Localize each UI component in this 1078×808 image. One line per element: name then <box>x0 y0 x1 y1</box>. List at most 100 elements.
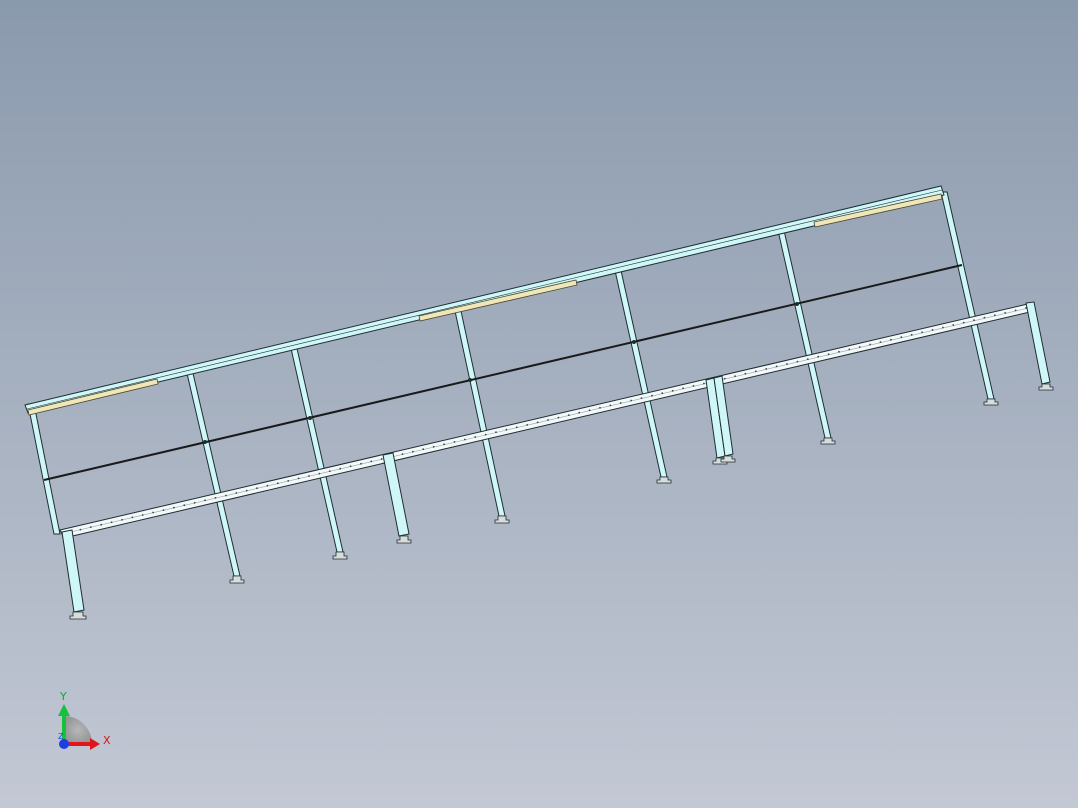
rail-hole <box>931 329 934 331</box>
rail-hole <box>453 441 456 443</box>
rail-hole <box>245 489 248 492</box>
rail-hole <box>661 392 664 395</box>
rail-hole <box>536 421 539 424</box>
rail-hole <box>703 382 705 385</box>
rail-hole <box>339 467 342 470</box>
wire-clip <box>308 416 312 420</box>
rail-hole <box>256 487 258 490</box>
rail-hole <box>890 338 892 341</box>
rail-hole <box>588 409 591 412</box>
rail-hole <box>204 499 207 502</box>
rail-hole <box>297 477 300 480</box>
rail-hole <box>962 321 965 324</box>
z-axis-label: Z <box>58 732 64 741</box>
rail-hole <box>235 492 238 494</box>
rail-hole <box>360 462 362 465</box>
wire-clip <box>795 302 799 306</box>
rail-hole <box>630 399 632 402</box>
rail-hole <box>349 465 352 468</box>
rail-hole <box>401 453 404 455</box>
rail-hole <box>443 443 445 446</box>
rail-hole <box>328 470 331 472</box>
rail-hole <box>380 458 383 460</box>
rail-hole <box>1004 312 1007 314</box>
rail-hole <box>547 419 549 421</box>
rail-hole <box>942 326 944 329</box>
rail-hole <box>79 528 82 531</box>
rail-hole <box>1014 309 1017 312</box>
rail-hole <box>838 350 840 353</box>
rail-hole <box>910 333 913 336</box>
rail-hole <box>526 424 529 426</box>
rail-hole <box>152 511 155 514</box>
rail-hole <box>993 314 996 317</box>
viewport-background <box>0 0 1078 808</box>
rail-hole <box>89 526 92 528</box>
rail-hole <box>609 404 612 407</box>
rail-hole <box>495 431 497 434</box>
rail-hole <box>775 365 778 368</box>
rail-hole <box>848 348 851 351</box>
rail-hole <box>744 372 747 375</box>
rail-hole <box>640 397 643 399</box>
rail-hole <box>796 360 799 363</box>
rail-hole <box>578 411 581 414</box>
rail-hole <box>515 426 518 429</box>
rail-hole <box>682 387 684 390</box>
rail-hole <box>567 414 570 416</box>
rail-hole <box>806 358 809 360</box>
rail-hole <box>266 484 269 487</box>
rail-hole <box>921 331 923 334</box>
rail-hole <box>651 394 653 397</box>
rail-hole <box>464 438 466 441</box>
rail-hole <box>786 363 788 365</box>
rail-hole <box>900 336 903 339</box>
rail-hole <box>505 428 508 431</box>
rail-hole <box>599 406 601 409</box>
rail-hole <box>734 375 736 378</box>
rail-hole <box>869 343 871 346</box>
rail-hole <box>952 324 955 326</box>
rail-hole <box>557 416 560 419</box>
rail-hole <box>193 501 196 504</box>
rail-hole <box>287 480 290 482</box>
rail-hole <box>225 494 227 497</box>
x-axis-label: X <box>103 734 111 747</box>
rail-hole <box>879 341 882 343</box>
rail-hole <box>422 448 425 451</box>
rail-hole <box>817 355 820 358</box>
rail-hole <box>723 377 726 380</box>
rail-hole <box>141 514 144 516</box>
wire-clip <box>203 440 207 444</box>
rail-hole <box>671 389 674 392</box>
graphics-viewport[interactable]: X Y Z <box>0 0 1078 808</box>
rail-hole <box>432 445 435 448</box>
rail-hole <box>100 523 103 526</box>
wire-clip <box>468 378 472 382</box>
rail-hole <box>131 516 134 519</box>
rail-hole <box>162 509 165 511</box>
rail-hole <box>692 385 695 387</box>
rail-hole <box>973 319 975 322</box>
model-canvas[interactable]: X Y Z <box>0 0 1078 808</box>
rail-hole <box>214 497 217 499</box>
rail-hole <box>183 504 186 507</box>
rail-hole <box>308 475 310 477</box>
rail-hole <box>983 316 986 319</box>
rail-hole <box>754 370 757 373</box>
rail-hole <box>765 368 768 370</box>
rail-hole <box>484 433 487 436</box>
rail-hole <box>412 450 414 453</box>
rail-hole <box>110 521 113 524</box>
rail-hole <box>619 402 622 404</box>
rail-hole <box>474 436 477 438</box>
rail-hole <box>370 460 373 463</box>
rail-hole <box>827 353 830 356</box>
rail-hole <box>318 472 321 475</box>
rail-hole <box>173 506 175 509</box>
rail-hole <box>276 482 279 485</box>
rail-hole <box>121 518 123 521</box>
rail-hole <box>858 346 861 348</box>
wire-clip <box>632 340 636 344</box>
y-axis-label: Y <box>59 690 67 703</box>
